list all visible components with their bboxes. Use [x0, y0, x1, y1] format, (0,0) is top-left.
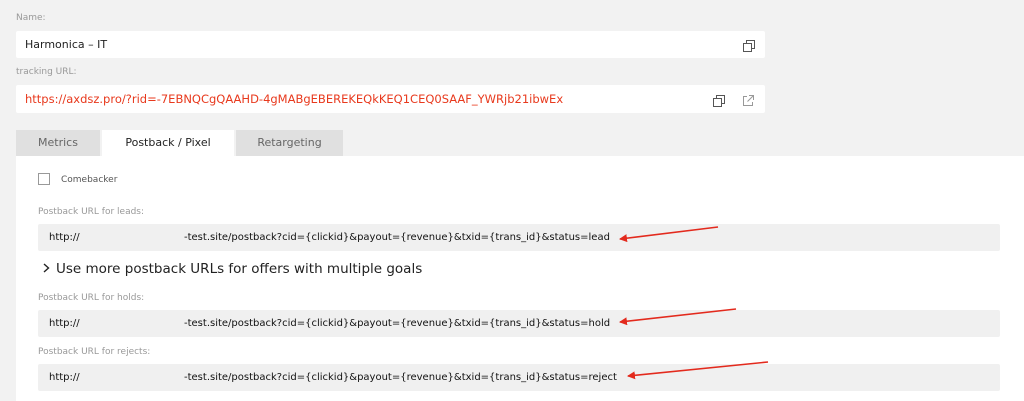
- postback-leads-protocol: http://: [49, 232, 80, 243]
- postback-holds-url: -test.site/postback?cid={clickid}&payout…: [184, 318, 611, 329]
- tracking-url-field[interactable]: https://axdsz.pro/?rid=-7EBNQCgQAAHD-4gM…: [16, 85, 765, 113]
- more-postback-urls-toggle[interactable]: Use more postback URLs for offers with m…: [42, 261, 422, 277]
- postback-holds-protocol: http://: [49, 318, 80, 329]
- copy-icon[interactable]: [742, 38, 756, 52]
- tab-metrics[interactable]: Metrics: [16, 130, 100, 156]
- postback-leads-field[interactable]: http:// -test.site/postback?cid={clickid…: [38, 224, 1000, 251]
- name-field[interactable]: Harmonica – IT: [16, 31, 765, 58]
- tab-postback-pixel[interactable]: Postback / Pixel: [102, 130, 234, 156]
- postback-rejects-field[interactable]: http:// -test.site/postback?cid={clickid…: [38, 364, 1000, 391]
- more-postback-urls-label: Use more postback URLs for offers with m…: [56, 261, 423, 277]
- copy-icon[interactable]: [712, 93, 726, 107]
- comebacker-checkbox[interactable]: [38, 173, 50, 185]
- name-label: Name:: [16, 13, 46, 23]
- postback-rejects-url: -test.site/postback?cid={clickid}&payout…: [184, 372, 617, 383]
- tracking-url-label: tracking URL:: [16, 67, 77, 77]
- tab-bar: Metrics Postback / Pixel Retargeting: [16, 130, 345, 156]
- postback-rejects-protocol: http://: [49, 372, 80, 383]
- name-value: Harmonica – IT: [25, 38, 108, 51]
- postback-holds-label: Postback URL for holds:: [38, 293, 145, 303]
- postback-holds-field[interactable]: http:// -test.site/postback?cid={clickid…: [38, 310, 1000, 337]
- postback-rejects-label: Postback URL for rejects:: [38, 347, 151, 357]
- comebacker-label: Comebacker: [61, 175, 118, 185]
- tracking-url-value: https://axdsz.pro/?rid=-7EBNQCgQAAHD-4gM…: [25, 92, 564, 106]
- external-link-icon[interactable]: [741, 93, 755, 107]
- chevron-right-icon: [42, 261, 56, 277]
- postback-leads-label: Postback URL for leads:: [38, 207, 145, 217]
- tab-retargeting[interactable]: Retargeting: [236, 130, 343, 156]
- postback-leads-url: -test.site/postback?cid={clickid}&payout…: [184, 232, 610, 243]
